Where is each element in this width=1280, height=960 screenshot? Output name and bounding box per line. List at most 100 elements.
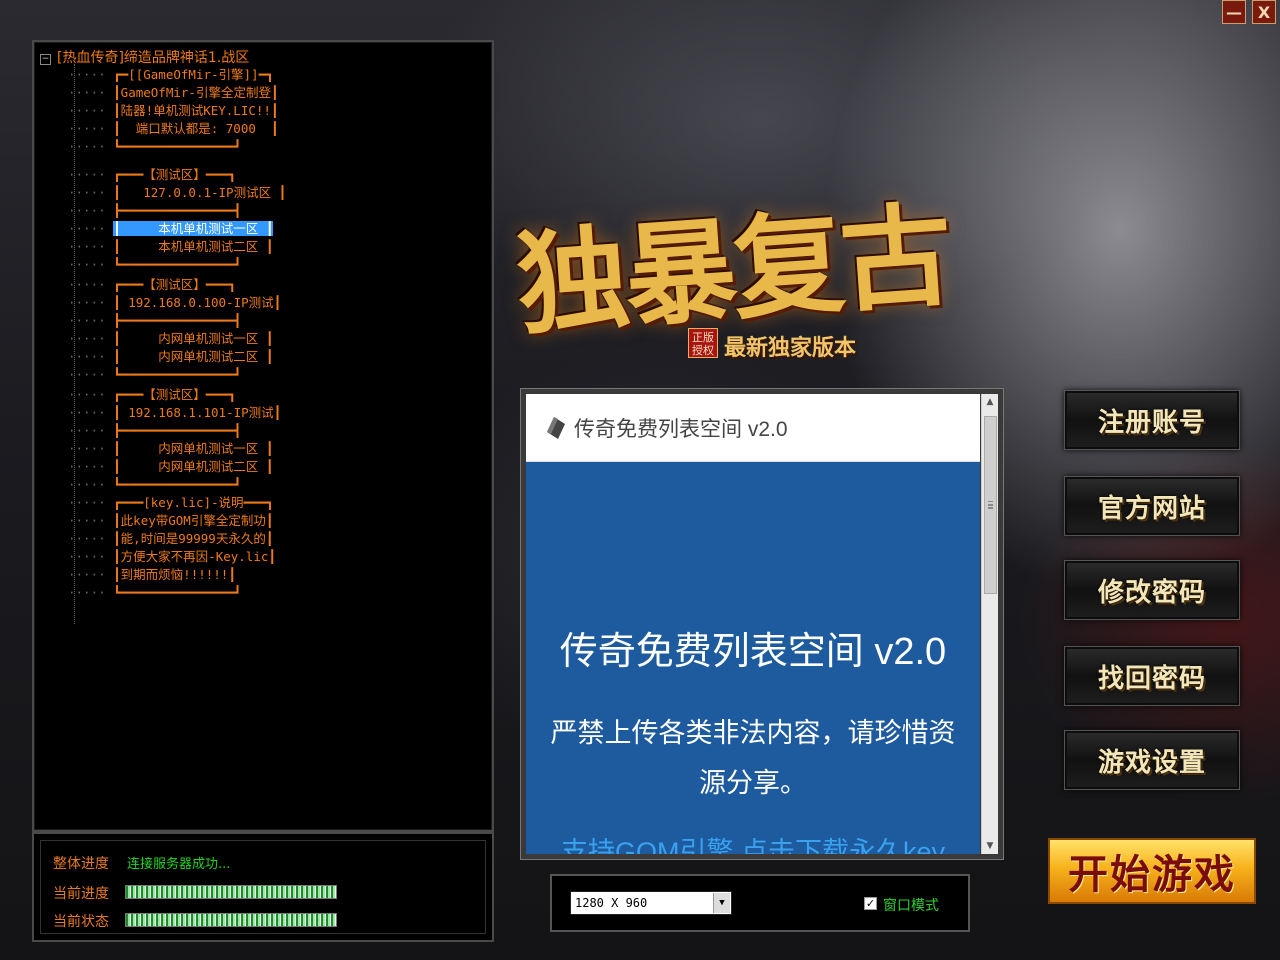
recover-password-button[interactable]: 找回密码 [1064, 646, 1240, 706]
close-button[interactable]: X [1252, 0, 1276, 24]
server-tree-item-label: ┃ 本机单机测试一区 ┃ [113, 221, 274, 236]
server-tree-item-label: ┗━━━━━━━━━━━━━━━┛ [113, 257, 242, 272]
server-tree-item[interactable]: ····· ┗━━━━━━━━━━━━━━━┛ [68, 256, 241, 273]
server-tree-item[interactable]: ····· ┃ 本机单机测试二区 ┃ [68, 238, 273, 255]
browser-viewport[interactable]: 传奇免费列表空间 v2.0 传奇免费列表空间 v2.0 严禁上传各类非法内容，请… [526, 394, 980, 854]
register-account-button[interactable]: 注册账号 [1064, 390, 1240, 450]
windowed-mode-label[interactable]: 窗口模式 [883, 895, 939, 915]
server-tree-item-label: ┃ 192.168.0.100-IP测试┃ [113, 295, 282, 310]
tree-branch-icon: ····· [68, 167, 114, 182]
server-tree-item[interactable]: ····· ┣━━━━━━━━━━━━━━━┫ [68, 422, 241, 439]
tree-branch-icon: ····· [68, 549, 114, 564]
current-status-fill [126, 914, 336, 926]
server-tree-item-label: ┃能,时间是99999天永久的┃ [113, 531, 274, 546]
start-game-label: 开始游戏 [1068, 851, 1236, 898]
server-tree-item[interactable]: ····· ┃ 内网单机测试一区 ┃ [68, 330, 273, 347]
start-game-button[interactable]: 开始游戏 [1048, 838, 1256, 904]
server-item-selected[interactable]: ····· ┃ 本机单机测试一区 ┃ [68, 220, 274, 237]
server-tree-item[interactable]: ····· ┏━━━【测试区】━━━┓ [68, 386, 236, 403]
tree-branch-icon: ····· [68, 567, 114, 582]
collapse-toggle-icon[interactable]: − [40, 54, 51, 65]
tree-branch-icon: ····· [68, 349, 114, 364]
server-tree-item-label: ┃ 本机单机测试二区 ┃ [113, 239, 274, 254]
server-tree-item-label: ┣━━━━━━━━━━━━━━━┫ [113, 313, 242, 328]
server-tree-item-label: ┏━━━[key.lic]-说明━━━┓ [113, 495, 274, 510]
server-tree-item-label: ┏━━━【测试区】━━━┓ [113, 277, 236, 292]
server-tree-item[interactable]: ····· ┃GameOfMir-引擎全定制登┃ [68, 84, 278, 101]
server-tree-item-label: ┃GameOfMir-引擎全定制登┃ [113, 85, 279, 100]
scrollbar-grip-icon [988, 501, 993, 503]
progress-panel: 整体进度 连接服务器成功... 当前进度 当前状态 [32, 832, 494, 942]
scrollbar-thumb[interactable] [984, 416, 997, 594]
server-tree-item[interactable]: ····· ┃ 192.168.1.101-IP测试┃ [68, 404, 281, 421]
server-tree-item-label: ┏━[[GameOfMir-引擎]]━┓ [113, 67, 274, 82]
game-settings-button[interactable]: 游戏设置 [1064, 730, 1240, 790]
server-tree-root[interactable]: − [热血传奇]缔造品牌神话1.战区 [40, 47, 249, 67]
tree-branch-icon: ····· [68, 405, 114, 420]
server-tree-item[interactable]: ····· ┃能,时间是99999天永久的┃ [68, 530, 273, 547]
tree-branch-icon: ····· [68, 139, 114, 154]
server-tree-item[interactable]: ····· ┗━━━━━━━━━━━━━━━┛ [68, 366, 241, 383]
tree-branch-icon: ····· [68, 495, 114, 510]
server-tree-item[interactable]: ····· ┃ 端口默认都是: 7000 ┃ [68, 120, 278, 137]
server-tree-item-label: ┏━━━【测试区】━━━┓ [113, 167, 236, 182]
server-tree-item-label: ┃ 端口默认都是: 7000 ┃ [113, 121, 279, 136]
server-tree-item[interactable]: ····· ┃ 内网单机测试一区 ┃ [68, 440, 273, 457]
tree-branch-icon: ····· [68, 239, 114, 254]
server-tree-item-label: ┃ 127.0.0.1-IP测试区 ┃ [113, 185, 287, 200]
current-status-label: 当前状态 [53, 914, 109, 930]
scroll-up-arrow-icon[interactable]: ▲ [982, 394, 998, 410]
server-list-panel: − [热血传奇]缔造品牌神话1.战区 ····· ┏━[[GameOfMir-引擎… [32, 40, 494, 832]
tree-branch-icon: ····· [68, 67, 114, 82]
overall-status-text: 连接服务器成功... [127, 857, 231, 872]
minimize-button[interactable]: — [1222, 0, 1246, 24]
download-key-link[interactable]: 支持GOM引擎,点击下载永久key [526, 830, 980, 854]
server-tree-item-label: ┃ 内网单机测试一区 ┃ [113, 441, 274, 456]
server-tree-item[interactable]: ····· ┃方便大家不再因-Key.lic┃ [68, 548, 276, 565]
server-tree-item[interactable]: ····· ┏━━━[key.lic]-说明━━━┓ [68, 494, 274, 511]
resolution-value: 1280 X 960 [575, 896, 648, 910]
scroll-down-arrow-icon[interactable]: ▼ [982, 838, 998, 854]
server-tree-item[interactable]: ····· ┣━━━━━━━━━━━━━━━┫ [68, 312, 241, 329]
browser-notice: 严禁上传各类非法内容，请珍惜资源分享。 [550, 718, 956, 798]
chevron-down-icon[interactable]: ▼ [713, 893, 730, 913]
server-tree-item[interactable]: ····· ┃ 192.168.0.100-IP测试┃ [68, 294, 281, 311]
server-tree-item[interactable]: ····· ┃陆器!单机测试KEY.LIC!!┃ [68, 102, 278, 119]
server-tree-item[interactable]: ····· ┗━━━━━━━━━━━━━━━┛ [68, 476, 241, 493]
game-logo-subtitle: 最新独家版本 [724, 335, 857, 361]
official-website-label: 官方网站 [1097, 493, 1206, 524]
server-tree-item[interactable]: ····· ┗━━━━━━━━━━━━━━━┛ [68, 584, 241, 601]
official-website-button[interactable]: 官方网站 [1064, 476, 1240, 536]
tree-branch-icon: ····· [68, 477, 114, 492]
server-tree-item-label: ┃ 内网单机测试二区 ┃ [113, 349, 274, 364]
server-tree-item[interactable]: ····· ┃ 内网单机测试二区 ┃ [68, 348, 273, 365]
change-password-label: 修改密码 [1097, 577, 1206, 608]
tree-branch-icon: ····· [68, 367, 114, 382]
register-account-label: 注册账号 [1097, 407, 1206, 438]
server-tree-item-label: ┃方便大家不再因-Key.lic┃ [113, 549, 276, 564]
server-tree-item[interactable]: ····· ┗━━━━━━━━━━━━━━━┛ [68, 138, 241, 155]
server-tree-item-label: ┃陆器!单机测试KEY.LIC!!┃ [113, 103, 279, 118]
server-tree-item-label: ┏━━━【测试区】━━━┓ [113, 387, 236, 402]
resolution-select[interactable]: 1280 X 960 ▼ [570, 891, 732, 915]
server-tree-item-label: ┣━━━━━━━━━━━━━━━┫ [113, 203, 242, 218]
progress-panel-frame: 整体进度 连接服务器成功... 当前进度 当前状态 [40, 840, 486, 934]
server-tree-item[interactable]: ····· ┏━━━【测试区】━━━┓ [68, 276, 236, 293]
current-progress-bar [125, 885, 337, 899]
server-tree-item[interactable]: ····· ┃ 127.0.0.1-IP测试区 ┃ [68, 184, 286, 201]
server-tree-item-label: ┃ 内网单机测试一区 ┃ [113, 331, 274, 346]
server-tree-item-label: ┃此key带GOM引擎全定制功┃ [113, 513, 274, 528]
server-tree-item[interactable]: ····· ┃ 内网单机测试二区 ┃ [68, 458, 273, 475]
server-tree-item[interactable]: ····· ┃此key带GOM引擎全定制功┃ [68, 512, 273, 529]
server-tree-item[interactable]: ····· ┏━━━【测试区】━━━┓ [68, 166, 236, 183]
server-tree-item-label: ┃ 192.168.1.101-IP测试┃ [113, 405, 282, 420]
change-password-button[interactable]: 修改密码 [1064, 560, 1240, 620]
server-tree-item[interactable]: ····· ┣━━━━━━━━━━━━━━━┫ [68, 202, 241, 219]
server-tree-item-label: ┗━━━━━━━━━━━━━━━┛ [113, 367, 242, 382]
windowed-mode-checkbox[interactable]: ✓ [864, 897, 877, 910]
browser-scrollbar[interactable]: ▲ ▼ [981, 394, 998, 854]
game-logo-title: 独暴复古 [512, 190, 953, 351]
overall-progress-label: 整体进度 [53, 856, 109, 872]
server-tree-item[interactable]: ····· ┃到期而烦恼!!!!!!┃ [68, 566, 236, 583]
server-tree-item[interactable]: ····· ┏━[[GameOfMir-引擎]]━┓ [68, 66, 274, 83]
